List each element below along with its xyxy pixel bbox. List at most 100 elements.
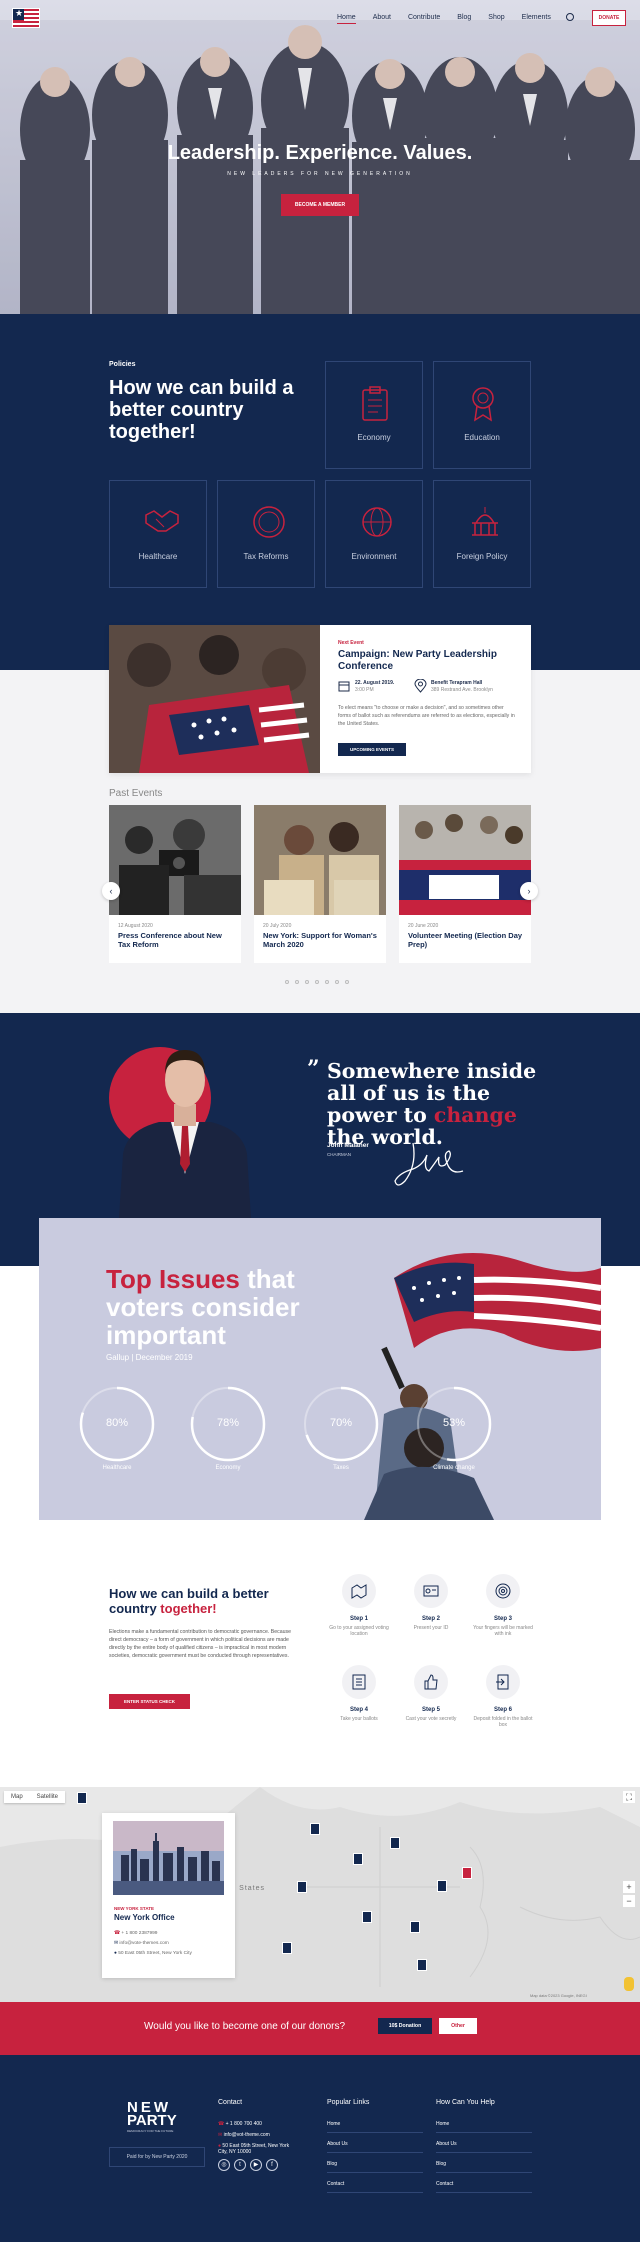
carousel-dot[interactable] [295, 980, 299, 984]
donation-10-button[interactable]: 10$ Donation [378, 2018, 432, 2034]
step-text: Present your ID [413, 1625, 449, 1631]
policy-card-education[interactable]: Education [433, 361, 531, 469]
zoom-out-button[interactable]: − [623, 1895, 635, 1907]
map-pin-icon[interactable] [437, 1880, 447, 1892]
nav-item-home[interactable]: Home [337, 14, 356, 24]
mail-icon: ✉ [114, 1941, 119, 1946]
office-title: New York Office [114, 1913, 175, 1922]
past-event-date: 12 August 2020 [118, 923, 153, 929]
nav-item-about[interactable]: About [373, 14, 391, 24]
issue-progress-ring: 80% Healthcare [79, 1386, 155, 1471]
carousel-dot[interactable] [285, 980, 289, 984]
location-icon: ● [114, 1951, 117, 1956]
footer-help-heading: How Can You Help [436, 2099, 495, 2106]
office-email[interactable]: ✉ info@vote-themes.com [114, 1941, 169, 1946]
thumbs-up-icon [414, 1665, 448, 1699]
become-member-button[interactable]: BECOME A MEMBER [281, 194, 359, 216]
issue-progress-ring: 53% Climate change [416, 1386, 492, 1471]
carousel-dot[interactable] [335, 980, 339, 984]
map-pin-icon[interactable] [417, 1959, 427, 1971]
voting-steps-title: How we can build a better country togeth… [109, 1586, 309, 1616]
map-pin-icon[interactable] [282, 1942, 292, 1954]
policy-card-economy[interactable]: Economy [325, 361, 423, 469]
donation-other-button[interactable]: Other [439, 2018, 477, 2034]
youtube-icon[interactable]: ▶ [250, 2159, 262, 2171]
footer-link-contact[interactable]: Contact [327, 2181, 344, 2187]
footer-link-blog[interactable]: Blog [327, 2161, 337, 2167]
office-address: ● 50 East 05th Street, New York City [114, 1951, 192, 1956]
footer-contact-heading: Contact [218, 2099, 243, 2106]
footer-help-blog[interactable]: Blog [436, 2161, 446, 2167]
past-event-title[interactable]: Volunteer Meeting (Election Day Prep) [408, 931, 526, 949]
footer-address-text: 50 East 05th Street, New York City, NY 1… [218, 2143, 290, 2155]
nav-item-shop[interactable]: Shop [488, 14, 504, 24]
fullscreen-icon[interactable]: ⛶ [623, 1791, 635, 1803]
map-tab-satellite[interactable]: Satellite [30, 1791, 65, 1803]
map-pin-icon[interactable] [297, 1881, 307, 1893]
map-tab-map[interactable]: Map [4, 1791, 30, 1803]
nav-item-elements[interactable]: Elements [522, 14, 551, 24]
nav-item-blog[interactable]: Blog [457, 14, 471, 24]
carousel-dot[interactable] [325, 980, 329, 984]
footer-email-text: info@vot-theme.com [223, 2132, 270, 2138]
carousel-dot[interactable] [315, 980, 319, 984]
site-logo[interactable]: ★ [12, 8, 40, 28]
policy-card-foreign-policy[interactable]: Foreign Policy [433, 480, 531, 588]
policy-card-environment[interactable]: Environment [325, 480, 423, 588]
footer-divider [436, 2192, 532, 2193]
office-phone: ☎ + 1 800 2387999 [114, 1931, 157, 1936]
office-email-text: info@vote-themes.com [119, 1941, 169, 1946]
nav-item-contribute[interactable]: Contribute [408, 14, 440, 24]
footer-links-heading: Popular Links [327, 2099, 370, 2106]
womens-march-image [254, 805, 386, 915]
issue-name: Taxes [333, 1465, 349, 1471]
past-event-title[interactable]: Press Conference about New Tax Reform [118, 931, 236, 949]
location-pin-icon [414, 679, 427, 693]
footer-link-home[interactable]: Home [327, 2121, 340, 2127]
policy-card-tax-reforms[interactable]: Tax Reforms [217, 480, 315, 588]
status-check-button[interactable]: ENTER STATUS CHECK [109, 1694, 190, 1709]
issues-source: Gallup | December 2019 [106, 1353, 193, 1362]
map-attribution: Map data ©2023 Google, INEGI [530, 1993, 587, 1998]
footer-email[interactable]: ✉ info@vot-theme.com [218, 2132, 270, 2138]
past-event-title[interactable]: New York: Support for Woman's March 2020 [263, 931, 381, 949]
past-event-card[interactable]: 20 July 2020 New York: Support for Woman… [254, 805, 386, 963]
donate-button[interactable]: DONATE [592, 10, 626, 26]
past-event-card[interactable]: 12 August 2020 Press Conference about Ne… [109, 805, 241, 963]
issue-percent: 70% [329, 1417, 353, 1429]
map-pin-icon[interactable] [410, 1921, 420, 1933]
carousel-next-arrow-icon[interactable]: › [520, 882, 538, 900]
map-pin-active-icon[interactable] [462, 1867, 472, 1879]
facebook-icon[interactable]: f [266, 2159, 278, 2171]
past-event-card[interactable]: 20 June 2020 Volunteer Meeting (Election… [399, 805, 531, 963]
offices-map[interactable]: Map Satellite United States ⛶ + − Map dat… [0, 1787, 640, 2002]
footer-help-about[interactable]: About Us [436, 2141, 457, 2147]
map-pin-icon[interactable] [353, 1853, 363, 1865]
step-text: Take your ballots [340, 1716, 378, 1722]
upcoming-events-button[interactable]: UPCOMING EVENTS [338, 743, 406, 756]
globe-icon [362, 507, 392, 537]
map-pin-icon[interactable] [77, 1792, 87, 1804]
carousel-prev-arrow-icon[interactable]: ‹ [102, 882, 120, 900]
footer-help-home[interactable]: Home [436, 2121, 449, 2127]
instagram-icon[interactable]: ◎ [218, 2159, 230, 2171]
footer-logo[interactable]: NEW PARTY [127, 2100, 177, 2128]
event-title[interactable]: Campaign: New Party Leadership Conferenc… [338, 649, 518, 673]
carousel-dot[interactable] [345, 980, 349, 984]
step-2: Step 2 Present your ID [401, 1574, 461, 1631]
chairman-role: CHAIRMAN [327, 1152, 352, 1157]
footer-help-contact[interactable]: Contact [436, 2181, 453, 2187]
search-icon[interactable] [566, 13, 574, 21]
issue-name: Economy [215, 1465, 241, 1471]
twitter-icon[interactable]: t [234, 2159, 246, 2171]
map-pin-icon[interactable] [362, 1911, 372, 1923]
carousel-dot[interactable] [305, 980, 309, 984]
zoom-in-button[interactable]: + [623, 1881, 635, 1893]
street-view-icon[interactable] [624, 1977, 634, 1991]
footer-link-about[interactable]: About Us [327, 2141, 348, 2147]
policy-card-healthcare[interactable]: Healthcare [109, 480, 207, 588]
event-address: 389 Restrand Ave. Brooklyn [431, 687, 493, 693]
map-pin-icon[interactable] [310, 1823, 320, 1835]
past-event-date: 20 July 2020 [263, 923, 292, 929]
map-pin-icon[interactable] [390, 1837, 400, 1849]
